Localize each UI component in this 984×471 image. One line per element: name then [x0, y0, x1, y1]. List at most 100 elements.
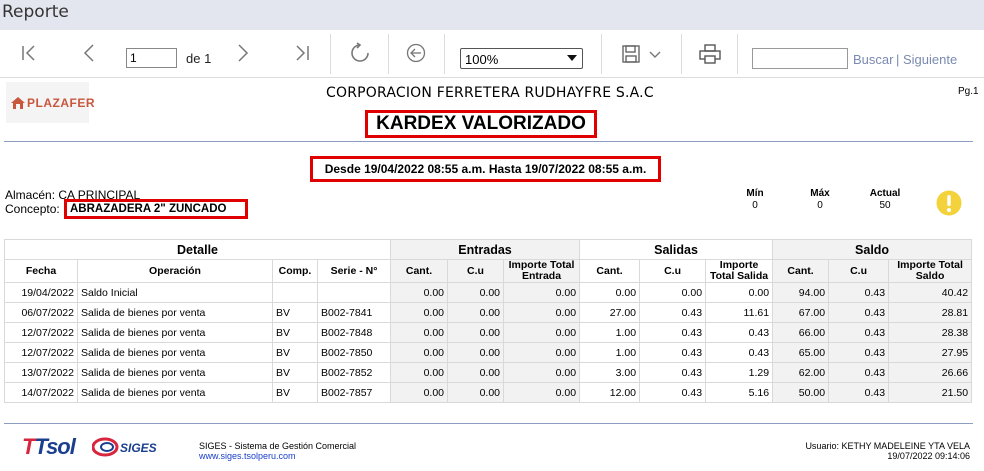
table-cell: 0.00	[502, 302, 581, 323]
column-header: Operación	[77, 259, 273, 283]
table-cell: 0.00	[390, 322, 448, 343]
table-cell: 0.43	[828, 282, 890, 303]
table-cell: B002-7857	[317, 382, 391, 403]
table-cell: 0.43	[828, 322, 890, 343]
footer-datetime: 19/07/2022 09:14:06	[887, 451, 970, 461]
table-cell: BV	[272, 302, 318, 323]
search-input[interactable]	[752, 48, 848, 69]
table-cell: 0.43	[639, 382, 707, 403]
refresh-icon[interactable]	[349, 42, 371, 64]
page-number-input[interactable]	[126, 48, 177, 68]
report-title: KARDEX VALORIZADO	[365, 110, 597, 138]
table-cell: B002-7848	[317, 322, 391, 343]
table-cell: 13/07/2022	[4, 362, 78, 383]
table-cell: 0.00	[447, 322, 504, 343]
table-cell: Salida de bienes por venta	[77, 302, 273, 323]
search-button[interactable]: Buscar	[853, 52, 893, 67]
table-cell: 50.00	[772, 382, 830, 403]
window-titlebar: Reporte	[0, 0, 984, 30]
company-logo: PLAZAFER	[6, 82, 95, 123]
column-header: Cant.	[390, 259, 448, 283]
table-cell: 0.43	[705, 322, 774, 343]
table-cell: 1.00	[579, 322, 641, 343]
table-cell: 27.00	[579, 302, 641, 323]
table-cell: B002-7852	[317, 362, 391, 383]
stat-actual-label: Actual	[869, 188, 901, 199]
next-match-button[interactable]: Siguiente	[903, 52, 957, 67]
table-cell: 12/07/2022	[4, 322, 78, 343]
table-cell: 0.43	[828, 382, 890, 403]
table-cell: 06/07/2022	[4, 302, 78, 323]
table-cell: 0.00	[639, 282, 707, 303]
table-cell: 19/04/2022	[4, 282, 78, 303]
table-cell: 0.00	[502, 362, 581, 383]
first-page-icon[interactable]	[21, 44, 37, 62]
group-saldo: Saldo	[772, 239, 973, 260]
table-cell: 0.43	[828, 302, 890, 323]
table-row: 13/07/2022 Salida de bienes por venta BV B0…	[4, 362, 973, 383]
table-cell: 62.00	[772, 362, 830, 383]
zoom-select[interactable]: 100%	[460, 48, 583, 69]
group-detalle: Detalle	[4, 239, 391, 260]
table-cell: 0.00	[390, 302, 448, 323]
page-count-label: de 1	[186, 51, 212, 66]
table-cell: 0.43	[828, 362, 890, 383]
table-cell: 14/07/2022	[4, 382, 78, 403]
toolbar-divider	[737, 34, 738, 74]
back-icon[interactable]	[406, 43, 426, 63]
table-cell: 0.43	[705, 342, 774, 363]
tsol-logo-text: Tsol	[34, 434, 75, 459]
prev-page-icon[interactable]	[82, 44, 96, 62]
table-cell: Salida de bienes por venta	[77, 362, 273, 383]
table-row: 12/07/2022 Salida de bienes por venta BV B0…	[4, 322, 973, 343]
table-cell: 1.29	[705, 362, 774, 383]
table-cell: B002-7841	[317, 302, 391, 323]
table-cell: 0.43	[639, 302, 707, 323]
table-cell: 0.00	[502, 282, 581, 303]
table-row: 12/07/2022 Salida de bienes por venta BV B0…	[4, 342, 973, 363]
last-page-icon[interactable]	[294, 44, 310, 62]
table-cell: 0.00	[502, 382, 581, 403]
table-cell: 0.43	[639, 362, 707, 383]
dropdown-icon[interactable]	[649, 50, 661, 60]
table-cell	[272, 282, 318, 303]
siges-mark-icon	[91, 437, 119, 457]
table-cell: 0.00	[502, 342, 581, 363]
table-cell: 0.43	[639, 342, 707, 363]
table-cell: 0.00	[390, 382, 448, 403]
toolbar-divider	[330, 34, 331, 74]
group-entradas: Entradas	[389, 239, 581, 260]
table-row: 19/04/2022 Saldo Inicial 0.00 0.00 0.00 0.00 0…	[4, 282, 973, 303]
date-range: Desde 19/04/2022 08:55 a.m. Hasta 19/07/…	[310, 156, 661, 182]
table-cell: 0.00	[390, 282, 448, 303]
page-indicator: Pg.1	[958, 86, 979, 97]
table-cell: 0.00	[502, 322, 581, 343]
next-page-icon[interactable]	[236, 44, 250, 62]
table-cell: 5.16	[705, 382, 774, 403]
toolbar-divider	[681, 34, 682, 74]
save-icon[interactable]	[621, 44, 641, 64]
table-cell: Saldo Inicial	[77, 282, 273, 303]
table-cell: 0.00	[447, 282, 504, 303]
stat-max-value: 0	[817, 200, 823, 211]
logo-text: PLAZAFER	[27, 96, 95, 110]
table-cell: 27.95	[888, 342, 973, 363]
footer-user: Usuario: KETHY MADELEINE YTA VELA	[805, 441, 970, 451]
stat-max-label: Máx	[810, 188, 830, 199]
print-icon[interactable]	[699, 44, 721, 64]
table-cell: 0.43	[828, 342, 890, 363]
concept-value: ABRAZADERA 2" ZUNCADO	[64, 199, 248, 219]
table-cell: 67.00	[772, 302, 830, 323]
window-title: Reporte	[2, 2, 69, 22]
toolbar-divider	[444, 34, 445, 74]
table-cell: 40.42	[888, 282, 973, 303]
stat-actual-value: 50	[879, 200, 891, 211]
table-cell: 0.00	[390, 342, 448, 363]
table-cell: 0.00	[705, 282, 774, 303]
footer-url-link[interactable]: www.siges.tsolperu.com	[199, 451, 296, 461]
kardex-table: Detalle Entradas Salidas Saldo Fecha Oper…	[4, 239, 973, 403]
stat-min-value: 0	[752, 200, 758, 211]
table-row: 06/07/2022 Salida de bienes por venta BV B0…	[4, 302, 973, 323]
table-cell: 0.00	[447, 382, 504, 403]
column-header: Comp.	[272, 259, 318, 283]
